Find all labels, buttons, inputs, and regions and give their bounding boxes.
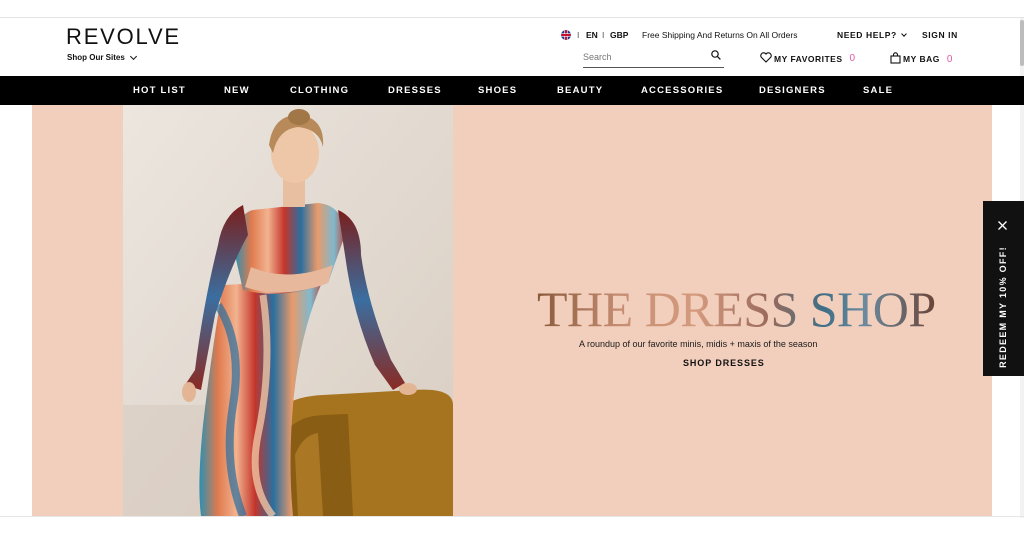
hero-subtitle: A roundup of our favorite minis, midis +… [579, 339, 818, 349]
chevron-down-icon [129, 52, 137, 60]
top-divider [0, 17, 1024, 18]
my-bag-label: MY BAG [903, 54, 940, 64]
revolve-logo[interactable]: REVOLVE [66, 24, 181, 50]
currency-selector[interactable]: GBP [610, 30, 628, 40]
main-navigation: HOT LIST NEW CLOTHING DRESSES SHOES BEAU… [0, 76, 1024, 105]
hero-title: THE DRESS SHOP [537, 281, 936, 337]
nav-sale[interactable]: SALE [863, 85, 893, 96]
hero-model-photo[interactable] [123, 105, 453, 516]
bag-icon [890, 52, 901, 66]
nav-designers[interactable]: DESIGNERS [759, 85, 826, 96]
my-favorites-link[interactable]: MY FAVORITES 0 [760, 52, 856, 65]
nav-dresses[interactable]: DRESSES [388, 85, 442, 96]
favorites-count: 0 [849, 53, 856, 64]
nav-clothing[interactable]: CLOTHING [290, 85, 349, 96]
close-icon[interactable] [997, 218, 1008, 230]
shop-our-sites-dropdown[interactable]: Shop Our Sites [67, 52, 137, 62]
nav-hot-list[interactable]: HOT LIST [133, 85, 186, 96]
utility-separator: I [602, 30, 605, 40]
nav-new[interactable]: NEW [224, 85, 250, 96]
shipping-message-link[interactable]: Free Shipping And Returns On All Orders [642, 30, 797, 40]
my-bag-link[interactable]: MY BAG 0 [890, 52, 953, 66]
search-input[interactable] [583, 50, 703, 64]
heart-icon [760, 52, 772, 65]
chevron-down-icon [901, 30, 907, 37]
nav-beauty[interactable]: BEAUTY [557, 85, 603, 96]
search-icon[interactable] [711, 50, 721, 60]
scrollbar-thumb[interactable] [1020, 20, 1024, 66]
shop-our-sites-label: Shop Our Sites [67, 53, 125, 62]
my-favorites-label: MY FAVORITES [774, 53, 843, 64]
search-bar[interactable] [583, 48, 724, 68]
nav-accessories[interactable]: ACCESSORIES [641, 85, 723, 96]
uk-flag-icon[interactable] [561, 30, 571, 40]
language-selector[interactable]: EN [586, 30, 598, 40]
nav-shoes[interactable]: SHOES [478, 85, 517, 96]
shop-dresses-link[interactable]: SHOP DRESSES [683, 358, 765, 368]
redeem-discount-tab[interactable]: REDEEM MY 10% OFF! [983, 201, 1024, 376]
need-help-dropdown[interactable]: NEED HELP? [837, 30, 907, 40]
bottom-divider [0, 516, 1024, 517]
redeem-label: REDEEM MY 10% OFF! [998, 246, 1008, 368]
bag-count: 0 [946, 53, 953, 65]
sign-in-link[interactable]: SIGN IN [922, 30, 958, 40]
need-help-label: NEED HELP? [837, 30, 897, 40]
utility-separator: I [577, 30, 580, 40]
